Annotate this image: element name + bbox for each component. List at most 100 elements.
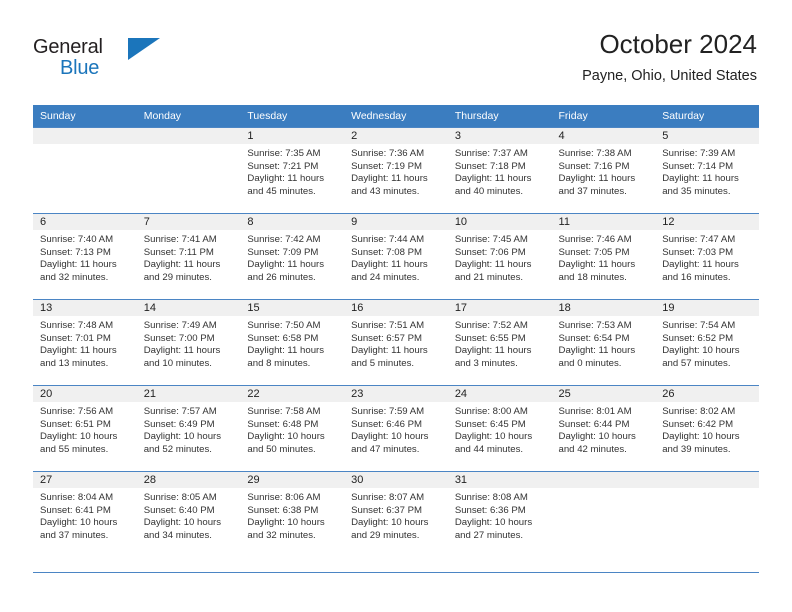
calendar-day-cell[interactable]: 3 Sunrise: 7:37 AM Sunset: 7:18 PM Daylight… [447,127,552,213]
sunrise-time: Sunrise: 8:01 AM [558,406,632,417]
calendar-day-cell[interactable]: 6 Sunrise: 7:40 AM Sunset: 7:13 PM Daylight… [33,213,137,299]
daylight-duration-line2: and 29 minutes. [351,529,420,541]
calendar-empty-cell [33,127,137,213]
day-details: Sunrise: 7:57 AM Sunset: 6:49 PM Daylight:… [137,402,241,456]
calendar-day-cell[interactable]: 7 Sunrise: 7:41 AM Sunset: 7:11 PM Daylight… [136,213,241,299]
calendar-week-row: 13 Sunrise: 7:48 AM Sunset: 7:01 PM Dayligh… [33,299,759,385]
calendar-day-cell[interactable]: 17 Sunrise: 7:52 AM Sunset: 6:55 PM Dayligh… [447,299,552,385]
day-number: 18 [551,300,656,316]
day-details: Sunrise: 7:36 AM Sunset: 7:19 PM Daylight:… [344,144,448,198]
daylight-duration-line2: and 27 minutes. [454,529,524,541]
calendar-day-cell[interactable]: 28 Sunrise: 8:05 AM Sunset: 6:40 PM Dayligh… [136,471,241,557]
calendar-day-cell[interactable]: 24 Sunrise: 8:00 AM Sunset: 6:45 PM Dayligh… [447,385,552,471]
calendar-day-cell[interactable]: 1 Sunrise: 7:35 AM Sunset: 7:21 PM Daylight… [240,127,345,213]
day-details: Sunrise: 7:59 AM Sunset: 6:46 PM Daylight:… [344,402,448,456]
calendar-day-content: 8 Sunrise: 7:42 AM Sunset: 7:09 PM Daylight… [240,213,345,299]
calendar-day-cell[interactable]: 14 Sunrise: 7:49 AM Sunset: 7:00 PM Dayligh… [136,299,241,385]
day-details: Sunrise: 7:54 AM Sunset: 6:52 PM Daylight:… [655,316,759,370]
daylight-duration-line2: and 52 minutes. [143,443,212,455]
calendar-day-cell[interactable]: 2 Sunrise: 7:36 AM Sunset: 7:19 PM Daylight… [344,127,448,213]
daylight-duration-line2: and 55 minutes. [40,443,109,455]
day-details: Sunrise: 7:47 AM Sunset: 7:03 PM Daylight:… [655,230,759,284]
calendar-day-content: 16 Sunrise: 7:51 AM Sunset: 6:57 PM Dayligh… [344,299,448,385]
daylight-duration-line1: Daylight: 10 hours [40,517,118,529]
daylight-duration-line1: Daylight: 11 hours [558,345,636,357]
sunrise-time: Sunrise: 7:52 AM [454,320,528,331]
day-details: Sunrise: 7:51 AM Sunset: 6:57 PM Daylight:… [344,316,448,370]
day-details: Sunrise: 8:01 AM Sunset: 6:44 PM Daylight:… [552,402,656,456]
day-number: 4 [551,128,656,144]
calendar-day-content: 10 Sunrise: 7:45 AM Sunset: 7:06 PM Dayligh… [447,213,552,299]
daylight-duration-line1: Daylight: 11 hours [247,259,325,271]
calendar-week-row: 20 Sunrise: 7:56 AM Sunset: 6:51 PM Dayligh… [33,385,759,471]
calendar-day-cell[interactable]: 20 Sunrise: 7:56 AM Sunset: 6:51 PM Dayligh… [33,385,137,471]
day-details: Sunrise: 8:06 AM Sunset: 6:38 PM Daylight:… [240,488,344,542]
sunset-time: Sunset: 7:08 PM [351,246,423,258]
daylight-duration-line1: Daylight: 11 hours [351,345,428,357]
daylight-duration-line2: and 18 minutes. [558,271,627,283]
calendar-day-cell[interactable]: 29 Sunrise: 8:06 AM Sunset: 6:38 PM Dayligh… [240,471,345,557]
calendar-day-cell[interactable]: 23 Sunrise: 7:59 AM Sunset: 6:46 PM Dayligh… [344,385,448,471]
calendar-day-cell[interactable]: 26 Sunrise: 8:02 AM Sunset: 6:42 PM Dayligh… [655,385,759,471]
sunset-time: Sunset: 6:44 PM [558,418,630,430]
calendar-day-cell[interactable]: 8 Sunrise: 7:42 AM Sunset: 7:09 PM Daylight… [240,213,345,299]
calendar-day-cell[interactable]: 22 Sunrise: 7:58 AM Sunset: 6:48 PM Dayligh… [240,385,345,471]
sunrise-time: Sunrise: 7:51 AM [351,320,425,331]
day-details: Sunrise: 7:52 AM Sunset: 6:55 PM Daylight:… [448,316,552,370]
day-number: 9 [344,214,448,230]
calendar-day-cell[interactable]: 16 Sunrise: 7:51 AM Sunset: 6:57 PM Dayligh… [344,299,448,385]
calendar-day-cell[interactable]: 9 Sunrise: 7:44 AM Sunset: 7:08 PM Daylight… [344,213,448,299]
daylight-duration-line2: and 57 minutes. [662,357,731,369]
day-details: Sunrise: 7:45 AM Sunset: 7:06 PM Daylight:… [448,230,552,284]
daylight-duration-line2: and 32 minutes. [40,271,109,283]
day-number: 16 [344,300,448,316]
sunrise-time: Sunrise: 7:53 AM [558,320,632,331]
sunset-time: Sunset: 7:11 PM [143,246,214,258]
calendar-day-cell[interactable]: 21 Sunrise: 7:57 AM Sunset: 6:49 PM Dayligh… [136,385,241,471]
calendar-day-cell[interactable]: 31 Sunrise: 8:08 AM Sunset: 6:36 PM Dayligh… [447,471,552,557]
calendar-day-cell[interactable]: 25 Sunrise: 8:01 AM Sunset: 6:44 PM Dayligh… [551,385,656,471]
brand-logo[interactable]: General Blue [33,36,163,86]
calendar-week-row: 27 Sunrise: 8:04 AM Sunset: 6:41 PM Dayligh… [33,471,759,557]
day-number [136,128,241,144]
calendar-day-cell[interactable]: 13 Sunrise: 7:48 AM Sunset: 7:01 PM Dayligh… [33,299,137,385]
calendar-day-cell[interactable]: 30 Sunrise: 8:07 AM Sunset: 6:37 PM Dayligh… [344,471,448,557]
day-details: Sunrise: 7:37 AM Sunset: 7:18 PM Daylight:… [448,144,552,198]
calendar-day-cell[interactable]: 4 Sunrise: 7:38 AM Sunset: 7:16 PM Daylight… [551,127,656,213]
calendar-day-content: 23 Sunrise: 7:59 AM Sunset: 6:46 PM Dayligh… [344,385,448,471]
calendar-day-cell[interactable]: 10 Sunrise: 7:45 AM Sunset: 7:06 PM Dayligh… [447,213,552,299]
weekday-header-saturday: Saturday [655,105,759,127]
calendar-day-content: 2 Sunrise: 7:36 AM Sunset: 7:19 PM Daylight… [344,127,448,213]
daylight-duration-line2: and 16 minutes. [662,271,731,283]
daylight-duration-line1: Daylight: 10 hours [662,431,740,443]
day-number: 7 [136,214,241,230]
calendar-day-cell[interactable]: 18 Sunrise: 7:53 AM Sunset: 6:54 PM Dayligh… [551,299,656,385]
daylight-duration-line1: Daylight: 10 hours [662,345,740,357]
sunset-time: Sunset: 7:14 PM [662,160,734,172]
calendar-day-cell[interactable]: 27 Sunrise: 8:04 AM Sunset: 6:41 PM Dayligh… [33,471,137,557]
calendar-day-cell[interactable]: 15 Sunrise: 7:50 AM Sunset: 6:58 PM Dayligh… [240,299,345,385]
day-details: Sunrise: 8:05 AM Sunset: 6:40 PM Daylight:… [137,488,241,542]
sunrise-time: Sunrise: 7:50 AM [247,320,321,331]
sunset-time: Sunset: 6:52 PM [662,332,734,344]
calendar-day-cell[interactable]: 11 Sunrise: 7:46 AM Sunset: 7:05 PM Dayligh… [551,213,656,299]
sunrise-time: Sunrise: 7:40 AM [40,234,114,245]
daylight-duration-line2: and 13 minutes. [40,357,109,369]
calendar-day-cell[interactable]: 19 Sunrise: 7:54 AM Sunset: 6:52 PM Dayligh… [655,299,759,385]
sunrise-time: Sunrise: 7:59 AM [351,406,425,417]
calendar-day-content: 26 Sunrise: 8:02 AM Sunset: 6:42 PM Dayligh… [655,385,759,471]
sunset-time: Sunset: 6:48 PM [247,418,319,430]
weekday-header-friday: Friday [551,105,656,127]
calendar-day-cell[interactable]: 5 Sunrise: 7:39 AM Sunset: 7:14 PM Daylight… [655,127,759,213]
daylight-duration-line1: Daylight: 11 hours [351,259,428,271]
page-title: October 2024 [599,29,757,59]
sunrise-time: Sunrise: 8:08 AM [454,492,528,503]
calendar-day-cell[interactable]: 12 Sunrise: 7:47 AM Sunset: 7:03 PM Dayligh… [655,213,759,299]
day-number: 24 [447,386,552,402]
daylight-duration-line1: Daylight: 11 hours [40,345,117,357]
sunrise-time: Sunrise: 7:45 AM [454,234,528,245]
page-subtitle: Payne, Ohio, United States [582,68,757,84]
daylight-duration-line1: Daylight: 11 hours [558,259,636,271]
sunrise-time: Sunrise: 7:42 AM [247,234,321,245]
day-details: Sunrise: 7:49 AM Sunset: 7:00 PM Daylight:… [137,316,241,370]
